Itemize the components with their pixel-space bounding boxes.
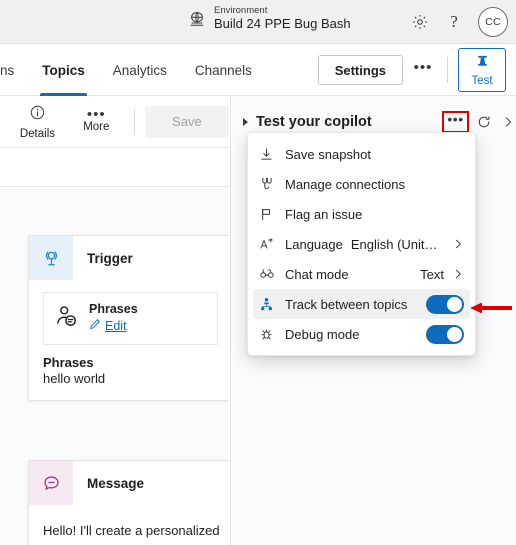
download-icon <box>259 147 285 162</box>
top-header-actions: ? CC <box>404 0 508 44</box>
message-bubble-icon <box>29 461 73 505</box>
question-mark-icon[interactable]: ? <box>438 6 470 38</box>
pencil-icon <box>89 317 101 335</box>
annotation-arrow-icon <box>468 300 514 321</box>
nav-tab-bar: Actions Topics Analytics Channels Settin… <box>0 44 516 96</box>
tab-label: Analytics <box>112 62 167 78</box>
nav-tab-actions: Settings ••• Test <box>317 44 506 96</box>
menu-item-label: Track between topics <box>285 296 408 312</box>
avatar[interactable]: CC <box>478 7 508 37</box>
trigger-node[interactable]: Trigger Phrases Edit Phrases hello world <box>28 235 229 401</box>
track-topics-icon <box>259 297 285 312</box>
trigger-node-header: Trigger <box>29 236 229 280</box>
flag-icon <box>259 207 285 222</box>
chevron-right-icon <box>444 238 464 250</box>
info-circle-icon <box>29 104 46 126</box>
save-button[interactable]: Save <box>144 105 229 138</box>
menu-item-label: Language <box>285 236 343 252</box>
nav-overflow-button[interactable]: ••• <box>409 56 437 84</box>
translate-icon <box>259 237 285 252</box>
toggle-knob <box>447 296 462 312</box>
menu-item-language[interactable]: Language English (United ... <box>253 229 470 259</box>
test-panel-title: Test your copilot <box>256 114 372 130</box>
tab-label: Topics <box>42 62 85 78</box>
menu-item-save-snapshot[interactable]: Save snapshot <box>253 139 470 169</box>
app-window: Environment Build 24 PPE Bug Bash ? CC A… <box>0 0 516 545</box>
details-button[interactable]: Details <box>10 99 65 145</box>
trigger-node-body: Phrases Edit Phrases hello world <box>29 280 229 400</box>
divider <box>447 57 448 83</box>
gear-icon[interactable] <box>404 6 436 38</box>
message-node-header: Message <box>29 461 229 505</box>
test-beaker-icon <box>474 54 491 74</box>
track-between-topics-toggle[interactable] <box>426 294 464 314</box>
environment-name: Build 24 PPE Bug Bash <box>214 15 351 31</box>
more-button[interactable]: ••• More <box>69 99 124 145</box>
phrases-section-value: hello world <box>43 371 106 386</box>
user-phrase-icon <box>54 304 79 334</box>
tab-channels[interactable]: Channels <box>181 44 266 96</box>
trigger-lightning-icon <box>29 236 73 280</box>
message-node-body: Hello! I'll create a personalized <box>29 505 229 545</box>
menu-item-label: Manage connections <box>285 176 405 192</box>
help-glyph: ? <box>450 12 458 31</box>
phrases-edit-link[interactable]: Edit <box>105 319 127 333</box>
nav-tabs: Actions Topics Analytics Channels <box>0 44 266 96</box>
tab-label: Channels <box>194 62 252 78</box>
message-node-text: Hello! I'll create a personalized <box>43 523 220 538</box>
chevron-right-icon[interactable] <box>499 110 516 134</box>
details-label: Details <box>19 127 56 140</box>
debug-mode-toggle[interactable] <box>426 324 464 344</box>
menu-item-label: Chat mode <box>285 266 349 282</box>
menu-item-value: Text <box>420 266 444 282</box>
menu-item-label: Debug mode <box>285 326 360 342</box>
phrases-section-label: Phrases <box>43 355 94 370</box>
topic-canvas[interactable]: Trigger Phrases Edit Phrases hello world… <box>0 187 229 545</box>
globe-icon <box>188 10 206 28</box>
ellipsis-icon: ••• <box>447 110 464 127</box>
phrases-card-title: Phrases <box>89 302 138 316</box>
plug-connections-icon <box>259 176 285 192</box>
topic-editor-pane: Details ••• More Save Trigger Phrases Ed… <box>0 96 229 545</box>
bug-icon <box>259 327 285 342</box>
trigger-node-title: Trigger <box>87 250 133 266</box>
message-node[interactable]: Message Hello! I'll create a personalize… <box>28 460 229 545</box>
glasses-icon <box>259 266 285 282</box>
refresh-icon[interactable] <box>472 110 496 134</box>
test-overflow-button[interactable]: ••• <box>442 111 469 133</box>
menu-item-track-between-topics[interactable]: Track between topics <box>253 289 470 319</box>
divider <box>133 108 135 135</box>
breadcrumb <box>0 148 229 187</box>
menu-item-value: English (United ... <box>350 236 444 252</box>
tab-actions[interactable]: Actions <box>0 44 28 96</box>
tab-label: Actions <box>0 62 15 78</box>
top-header-bar: Environment Build 24 PPE Bug Bash ? CC <box>0 0 516 44</box>
menu-item-chat-mode[interactable]: Chat mode Text <box>253 259 470 289</box>
message-node-title: Message <box>87 475 145 491</box>
menu-item-label: Flag an issue <box>285 206 363 222</box>
test-button-label: Test <box>471 74 493 87</box>
menu-item-flag-an-issue[interactable]: Flag an issue <box>253 199 470 229</box>
chevron-right-icon <box>444 268 464 280</box>
editor-toolbar: Details ••• More Save <box>0 96 229 148</box>
settings-button[interactable]: Settings <box>317 55 403 85</box>
more-label: More <box>83 121 110 133</box>
ellipsis-icon: ••• <box>86 106 106 123</box>
collapse-triangle-icon[interactable] <box>243 118 248 126</box>
menu-item-manage-connections[interactable]: Manage connections <box>253 169 470 199</box>
environment-indicator[interactable]: Environment Build 24 PPE Bug Bash <box>188 5 351 32</box>
test-button[interactable]: Test <box>458 48 506 92</box>
tab-topics[interactable]: Topics <box>28 44 99 96</box>
menu-item-debug-mode[interactable]: Debug mode <box>253 319 470 349</box>
avatar-initials: CC <box>485 16 501 28</box>
test-options-context-menu: Save snapshot Manage connections Flag an… <box>247 132 476 356</box>
tab-analytics[interactable]: Analytics <box>99 44 181 96</box>
toggle-knob <box>447 326 462 342</box>
phrases-card[interactable]: Phrases Edit <box>43 292 218 345</box>
menu-item-label: Save snapshot <box>285 146 372 162</box>
